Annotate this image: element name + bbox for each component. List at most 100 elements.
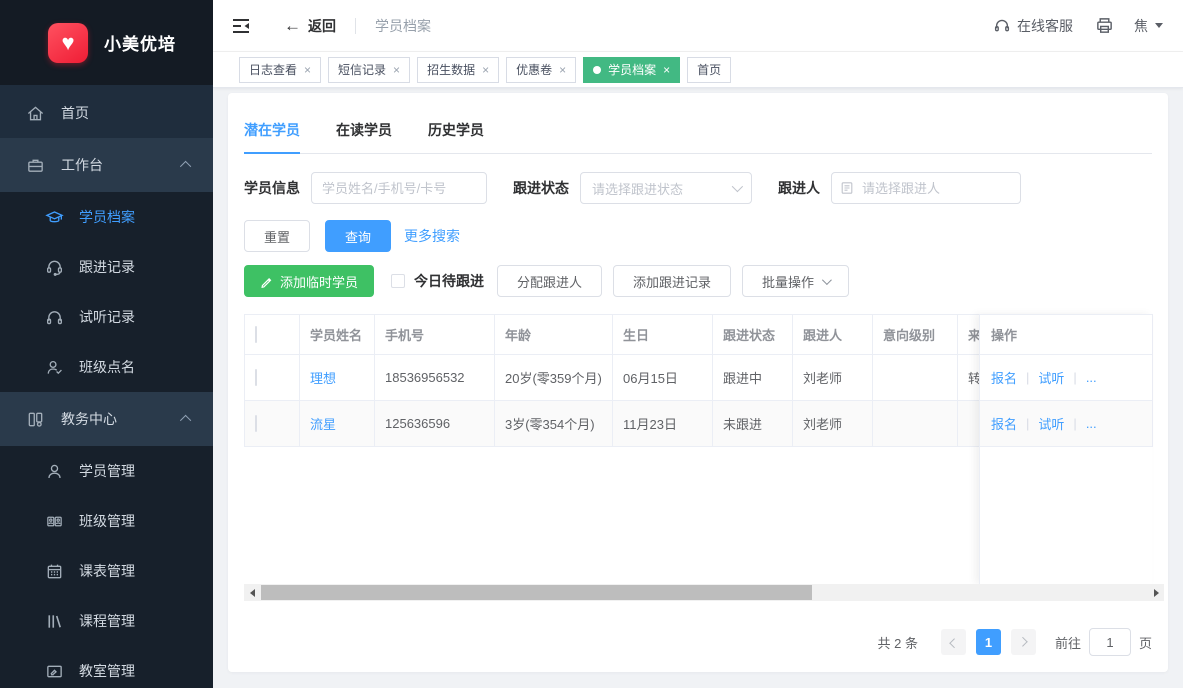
row-checkbox[interactable]	[255, 415, 257, 432]
assign-follower-button[interactable]: 分配跟进人	[497, 265, 602, 297]
topbar: ← 返回 学员档案 在线客服 焦	[213, 0, 1183, 52]
trial-link[interactable]: 试听	[1038, 368, 1064, 387]
enroll-link[interactable]: 报名	[991, 368, 1017, 387]
tab-log-view[interactable]: 日志查看×	[239, 57, 321, 83]
cell-phone: 125636596	[375, 401, 495, 447]
whiteboard-icon	[45, 662, 64, 681]
sidebar-collapse-icon[interactable]	[230, 15, 252, 37]
col-follower: 跟进人	[793, 315, 873, 355]
add-temp-student-button[interactable]: 添加临时学员	[244, 265, 374, 297]
tab-potential-students[interactable]: 潜在学员	[244, 120, 300, 154]
tab-history-students[interactable]: 历史学员	[428, 120, 484, 153]
back-button[interactable]: ← 返回	[284, 16, 336, 36]
sidebar-item-label: 教室管理	[79, 661, 135, 681]
panel-tabs: 潜在学员 在读学员 历史学员	[244, 93, 1152, 154]
academic-center-icon	[26, 410, 45, 429]
page-number-button[interactable]: 1	[976, 629, 1001, 655]
heart-icon: ♥	[61, 32, 74, 54]
person-icon	[45, 462, 64, 481]
more-actions-link[interactable]: ...	[1086, 370, 1097, 385]
separator: |	[1026, 370, 1029, 385]
sidebar-item-label: 课表管理	[79, 561, 135, 581]
col-intent-level: 意向级别	[873, 315, 958, 355]
back-arrow-icon: ←	[284, 16, 301, 36]
search-buttons-row: 重置 查询 更多搜索	[244, 220, 1152, 252]
content: 潜在学员 在读学员 历史学员 学员信息 跟进状态 请选择跟进状态 跟进人	[213, 88, 1183, 688]
follow-status-select[interactable]: 请选择跟进状态	[580, 172, 752, 204]
close-icon[interactable]: ×	[559, 64, 566, 76]
students-table: 学员姓名 手机号 年龄 生日 跟进状态 跟进人 意向级别 来源 理想 18536…	[244, 314, 1152, 601]
student-info-label: 学员信息	[244, 178, 300, 198]
sidebar-item-follow-records[interactable]: 跟进记录	[0, 242, 213, 292]
prev-page-button[interactable]	[941, 629, 966, 655]
more-search-link[interactable]: 更多搜索	[404, 226, 460, 246]
today-follow-checkbox[interactable]	[391, 274, 405, 288]
user-menu[interactable]: 焦	[1134, 16, 1163, 36]
select-all-checkbox[interactable]	[255, 326, 257, 343]
search-button[interactable]: 查询	[325, 220, 391, 252]
sidebar-item-student-management[interactable]: 学员管理	[0, 446, 213, 496]
sidebar-item-home[interactable]: 首页	[0, 88, 213, 138]
sidebar-item-label: 班级点名	[79, 357, 135, 377]
reset-button[interactable]: 重置	[244, 220, 310, 252]
add-follow-record-button[interactable]: 添加跟进记录	[613, 265, 731, 297]
sidebar-group-academic-center[interactable]: 教务中心	[0, 392, 213, 446]
sidebar-group-workbench[interactable]: 工作台	[0, 138, 213, 192]
trial-link[interactable]: 试听	[1038, 414, 1064, 433]
calendar-icon	[45, 562, 64, 581]
sidebar-item-timetable-management[interactable]: 课表管理	[0, 546, 213, 596]
briefcase-icon	[26, 156, 45, 175]
batch-operations-label: 批量操作	[762, 272, 814, 291]
online-service-button[interactable]: 在线客服	[993, 16, 1073, 36]
cell-phone: 18536956532	[375, 355, 495, 401]
sidebar-nav: 首页 工作台 学员档案 跟进记录 试听记录 班级点名 教务中心	[0, 85, 213, 688]
sidebar-item-class-rollcall[interactable]: 班级点名	[0, 342, 213, 392]
sidebar-item-student-archive[interactable]: 学员档案	[0, 192, 213, 242]
next-page-button[interactable]	[1011, 629, 1036, 655]
follower-input[interactable]	[831, 172, 1021, 204]
close-icon[interactable]: ×	[304, 64, 311, 76]
close-icon[interactable]: ×	[482, 64, 489, 76]
sidebar-item-label: 试听记录	[79, 307, 135, 327]
online-service-label: 在线客服	[1017, 16, 1073, 36]
tab-enrollment-data[interactable]: 招生数据×	[417, 57, 499, 83]
sidebar-item-label: 学员管理	[79, 461, 135, 481]
student-name-link[interactable]: 流星	[310, 417, 336, 432]
sidebar-item-label: 首页	[61, 103, 89, 123]
close-icon[interactable]: ×	[393, 64, 400, 76]
tab-student-archive-active[interactable]: 学员档案×	[583, 57, 680, 83]
printer-icon[interactable]	[1095, 16, 1114, 35]
cell-birthday: 06月15日	[613, 355, 713, 401]
scroll-left-arrow-icon[interactable]	[244, 584, 260, 601]
goto-page-input[interactable]	[1089, 628, 1131, 656]
separator: |	[1026, 416, 1029, 431]
scrollbar-track[interactable]	[260, 584, 1148, 601]
sidebar-item-trial-records[interactable]: 试听记录	[0, 292, 213, 342]
close-icon[interactable]: ×	[663, 64, 670, 76]
horizontal-scrollbar[interactable]	[244, 584, 1164, 601]
sidebar-item-class-management[interactable]: 班级管理	[0, 496, 213, 546]
student-name-link[interactable]: 理想	[310, 371, 336, 386]
enroll-link[interactable]: 报名	[991, 414, 1017, 433]
row-checkbox[interactable]	[255, 369, 257, 386]
batch-operations-button[interactable]: 批量操作	[742, 265, 849, 297]
panel-card: 潜在学员 在读学员 历史学员 学员信息 跟进状态 请选择跟进状态 跟进人	[228, 93, 1168, 672]
tab-coupons[interactable]: 优惠卷×	[506, 57, 576, 83]
cell-birthday: 11月23日	[613, 401, 713, 447]
tab-sms-records[interactable]: 短信记录×	[328, 57, 410, 83]
headphones-icon	[45, 308, 64, 327]
sidebar-item-classroom-management[interactable]: 教室管理	[0, 646, 213, 688]
scrollbar-thumb[interactable]	[261, 585, 812, 600]
sidebar-item-course-management[interactable]: 课程管理	[0, 596, 213, 646]
student-info-input[interactable]	[311, 172, 487, 204]
cell-age: 20岁(零359个月)	[495, 355, 613, 401]
more-actions-link[interactable]: ...	[1086, 416, 1097, 431]
cell-follower: 刘老师	[793, 401, 873, 447]
sidebar-group-label: 教务中心	[61, 409, 117, 429]
sidebar-item-label: 跟进记录	[79, 257, 135, 277]
tab-current-students[interactable]: 在读学员	[336, 120, 392, 153]
sidebar-item-label: 学员档案	[79, 207, 135, 227]
scroll-right-arrow-icon[interactable]	[1148, 584, 1164, 601]
goto-label: 前往	[1055, 633, 1081, 652]
tab-home[interactable]: 首页	[687, 57, 731, 83]
